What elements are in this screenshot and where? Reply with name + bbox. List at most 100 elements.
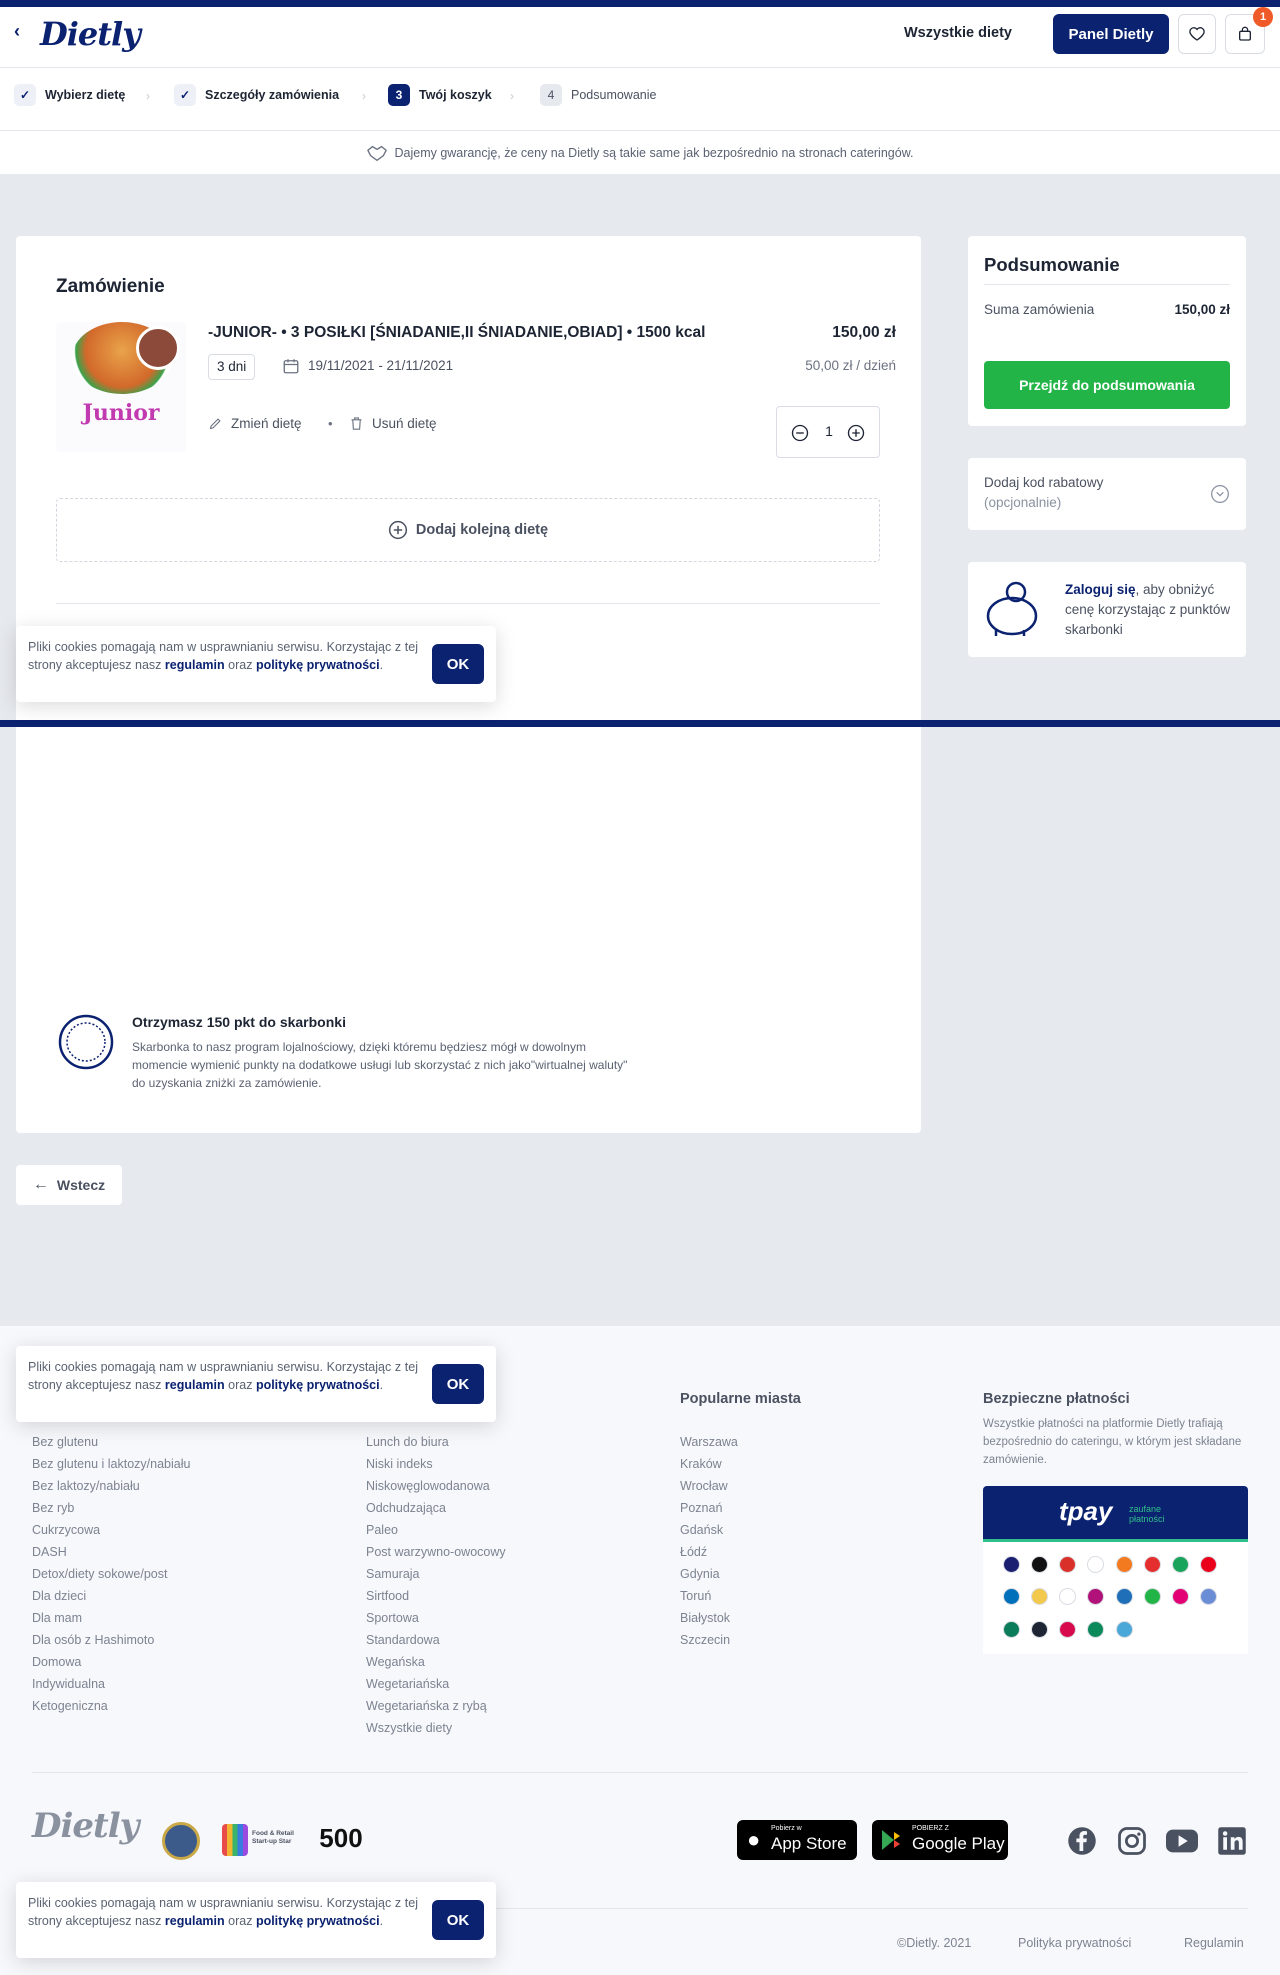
privacy-link[interactable]: politykę prywatności xyxy=(256,1914,380,1928)
price-per-day: 50,00 zł / dzień xyxy=(805,358,896,373)
cookie-ok-button[interactable]: OK xyxy=(432,644,484,684)
payment-method-icon xyxy=(1171,1556,1189,1573)
login-promo-box: Zaloguj się, aby obniżyć cenę korzystają… xyxy=(968,562,1246,657)
footer-link[interactable]: Paleo xyxy=(366,1519,506,1541)
footer-link[interactable]: Ketogeniczna xyxy=(32,1695,190,1717)
tpay-banner: tpay zaufane płatności xyxy=(983,1486,1248,1542)
footer-link[interactable]: Cukrzycowa xyxy=(32,1519,190,1541)
footer-link[interactable]: Domowa xyxy=(32,1651,190,1673)
privacy-link[interactable]: politykę prywatności xyxy=(256,658,380,672)
chevron-right-icon: › xyxy=(146,89,150,103)
footer-link[interactable]: Bez laktozy/nabiału xyxy=(32,1475,190,1497)
payment-method-icon xyxy=(1087,1588,1105,1606)
footer-logo[interactable]: Dietly xyxy=(32,1806,139,1846)
footer-link[interactable]: Indywidualna xyxy=(32,1673,190,1695)
footer-link[interactable]: Niski indeks xyxy=(366,1453,506,1475)
payment-method-icon xyxy=(1143,1588,1161,1606)
facebook-icon[interactable] xyxy=(1067,1826,1097,1856)
regulamin-link[interactable]: regulamin xyxy=(165,658,225,672)
payment-method-icon xyxy=(1031,1556,1049,1573)
award-badge-foodretail: Food & Retail Start-up Star xyxy=(222,1820,298,1860)
footer-terms-link[interactable]: Regulamin xyxy=(1184,1936,1244,1950)
footer-link[interactable]: Wegańska xyxy=(366,1651,506,1673)
cart-count-badge: 1 xyxy=(1253,7,1273,27)
cookie-ok-button[interactable]: OK xyxy=(432,1900,484,1940)
footer-link[interactable]: Toruń xyxy=(680,1585,738,1607)
plus-icon[interactable] xyxy=(847,424,865,442)
remove-diet-link[interactable]: Usuń dietę xyxy=(349,416,437,431)
footer-link[interactable]: Białystok xyxy=(680,1607,738,1629)
footer-link[interactable]: Szczecin xyxy=(680,1629,738,1651)
footer-link[interactable]: Poznań xyxy=(680,1497,738,1519)
cookie-text: Pliki cookies pomagają nam w usprawniani… xyxy=(28,1896,418,1928)
step-choose-diet[interactable]: ✓ Wybierz dietę xyxy=(14,84,125,106)
regulamin-link[interactable]: regulamin xyxy=(165,1914,225,1928)
separator-dot: • xyxy=(328,416,333,431)
footer-link[interactable]: Bez glutenu xyxy=(32,1431,190,1453)
footer-link[interactable]: Wrocław xyxy=(680,1475,738,1497)
discount-label: Dodaj kod rabatowy xyxy=(984,475,1104,490)
step-cart[interactable]: 3 Twój koszyk xyxy=(388,84,492,106)
instagram-icon[interactable] xyxy=(1117,1826,1147,1856)
footer-link[interactable]: Wszystkie diety xyxy=(366,1717,506,1739)
all-diets-link[interactable]: Wszystkie diety xyxy=(904,25,1012,41)
step-summary[interactable]: 4 Podsumowanie xyxy=(540,84,656,106)
google-play-button[interactable]: POBIERZ Z Google Play xyxy=(872,1820,1008,1860)
footer-link[interactable]: Niskowęglowodanowa xyxy=(366,1475,506,1497)
discount-code-box[interactable]: Dodaj kod rabatowy (opcjonalnie) xyxy=(968,458,1246,530)
panel-dietly-button[interactable]: Panel Dietly xyxy=(1053,14,1169,54)
payment-method-icon xyxy=(1115,1588,1133,1606)
app-store-button[interactable]: ● Pobierz w App Store xyxy=(737,1820,857,1860)
footer-link[interactable]: Wegetariańska z rybą xyxy=(366,1695,506,1717)
logo[interactable]: Dietly xyxy=(40,15,141,53)
favorites-button[interactable] xyxy=(1178,14,1216,54)
footer-link[interactable]: Standardowa xyxy=(366,1629,506,1651)
footer-link[interactable]: Bez glutenu i laktozy/nabiału xyxy=(32,1453,190,1475)
youtube-icon[interactable] xyxy=(1166,1828,1198,1854)
minus-icon[interactable] xyxy=(791,424,809,442)
footer-diets-col1: Bez glutenu Bez glutenu i laktozy/nabiału… xyxy=(32,1431,190,1717)
price-guarantee-bar: Dajemy gwarancję, że ceny na Dietly są t… xyxy=(0,131,1280,174)
step-order-details[interactable]: ✓ Szczegóły zamówienia xyxy=(174,84,339,106)
award-badge-1 xyxy=(162,1822,200,1860)
footer-link[interactable]: Lunch do biura xyxy=(366,1431,506,1453)
footer-link[interactable]: Łódź xyxy=(680,1541,738,1563)
payment-method-icon xyxy=(1115,1556,1133,1573)
footer-link[interactable]: Gdańsk xyxy=(680,1519,738,1541)
footer-link[interactable]: Post warzywno-owocowy xyxy=(366,1541,506,1563)
back-button[interactable]: ← Wstecz xyxy=(16,1165,122,1205)
add-another-diet-button[interactable]: Dodaj kolejną dietę xyxy=(56,498,880,562)
payment-method-icon xyxy=(1059,1620,1077,1638)
footer-link[interactable]: Bez ryb xyxy=(32,1497,190,1519)
footer-link[interactable]: Dla mam xyxy=(32,1607,190,1629)
footer-link[interactable]: Sportowa xyxy=(366,1607,506,1629)
footer-link[interactable]: Odchudzająca xyxy=(366,1497,506,1519)
footer-link[interactable]: Kraków xyxy=(680,1453,738,1475)
cookie-ok-button[interactable]: OK xyxy=(432,1364,484,1404)
back-arrow-icon[interactable]: ‹ xyxy=(14,21,20,42)
footer-link[interactable]: Samuraja xyxy=(366,1563,506,1585)
footer-link[interactable]: DASH xyxy=(32,1541,190,1563)
quantity-stepper[interactable]: 1 xyxy=(776,406,880,458)
sum-value: 150,00 zł xyxy=(1174,302,1230,317)
footer-link[interactable]: Dla osób z Hashimoto xyxy=(32,1629,190,1651)
footer-link[interactable]: Dla dzieci xyxy=(32,1585,190,1607)
footer-link[interactable]: Gdynia xyxy=(680,1563,738,1585)
footer-link[interactable]: Detox/diety sokowe/post xyxy=(32,1563,190,1585)
footer-link[interactable]: Warszawa xyxy=(680,1431,738,1453)
payment-method-icon xyxy=(1143,1556,1161,1573)
foodretail-bars xyxy=(222,1824,248,1856)
footer-link[interactable]: Sirtfood xyxy=(366,1585,506,1607)
change-diet-link[interactable]: Zmień dietę xyxy=(208,416,302,431)
check-icon: ✓ xyxy=(14,84,36,106)
regulamin-link[interactable]: regulamin xyxy=(165,1378,225,1392)
privacy-link[interactable]: politykę prywatności xyxy=(256,1378,380,1392)
login-link[interactable]: Zaloguj się xyxy=(1065,582,1136,597)
footer-privacy-link[interactable]: Polityka prywatności xyxy=(1018,1936,1131,1950)
summary-card: Podsumowanie Suma zamówienia 150,00 zł P… xyxy=(968,236,1246,426)
linkedin-icon[interactable] xyxy=(1217,1826,1247,1856)
junior-label: Junior xyxy=(82,400,160,426)
footer-link[interactable]: Wegetariańska xyxy=(366,1673,506,1695)
go-to-summary-button[interactable]: Przejdź do podsumowania xyxy=(984,361,1230,409)
divider xyxy=(56,603,880,604)
